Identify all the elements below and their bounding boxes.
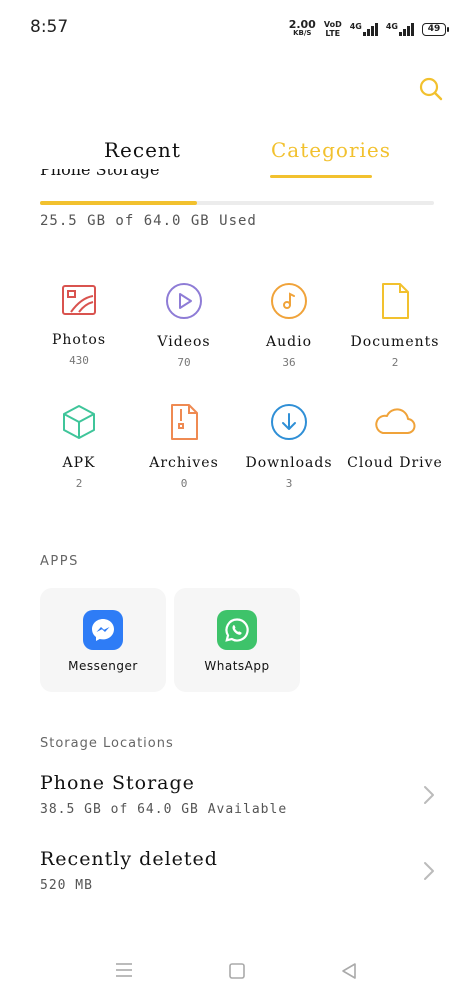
location-phone-storage[interactable]: Phone Storage 38.5 GB of 64.0 GB Availab…	[0, 772, 474, 838]
documents-icon	[382, 283, 409, 319]
back-icon[interactable]	[340, 962, 358, 980]
battery-icon: 49	[422, 22, 449, 36]
category-photos[interactable]: Photos 430	[24, 282, 134, 367]
category-videos[interactable]: Videos 70	[129, 282, 239, 369]
chevron-right-icon	[424, 786, 434, 804]
status-icons: 2.00 KB/S VoD LTE 4G 4G 49	[288, 18, 449, 38]
storage-summary-title: Phone Storage	[40, 169, 160, 179]
storage-locations-label: Storage Locations	[40, 736, 174, 751]
storage-usage-bar	[40, 201, 434, 205]
category-cloud-drive[interactable]: Cloud Drive	[340, 403, 450, 471]
chevron-right-icon	[424, 862, 434, 880]
tab-categories[interactable]: Categories	[271, 138, 391, 162]
signal-bars-icon	[399, 22, 414, 36]
tab-recent[interactable]: Recent	[104, 138, 181, 162]
category-archives[interactable]: Archives 0	[129, 403, 239, 490]
home-icon[interactable]	[228, 962, 246, 980]
signal-1: 4G	[350, 22, 378, 36]
menu-icon[interactable]	[115, 962, 133, 978]
downloads-icon	[271, 404, 307, 440]
apk-icon	[63, 405, 95, 439]
search-icon[interactable]	[418, 76, 444, 102]
photos-icon	[62, 285, 96, 315]
app-whatsapp[interactable]: WhatsApp	[174, 588, 300, 692]
signal-bars-icon	[362, 22, 378, 36]
audio-icon	[271, 283, 307, 319]
messenger-icon	[83, 610, 123, 650]
system-nav-bar	[0, 958, 474, 988]
category-apk[interactable]: APK 2	[24, 403, 134, 490]
network-speed: 2.00 KB/S	[288, 18, 316, 37]
location-recently-deleted[interactable]: Recently deleted 520 MB	[0, 848, 474, 914]
signal-2: 4G	[386, 22, 414, 36]
cloud-drive-icon	[375, 408, 416, 434]
volte-indicator: VoD LTE	[323, 20, 342, 38]
app-messenger[interactable]: Messenger	[40, 588, 166, 692]
category-downloads[interactable]: Downloads 3	[234, 403, 344, 490]
category-documents[interactable]: Documents 2	[340, 282, 450, 369]
category-audio[interactable]: Audio 36	[234, 282, 344, 369]
videos-icon	[166, 283, 202, 319]
active-tab-indicator	[270, 175, 372, 178]
status-bar: 8:57 2.00 KB/S VoD LTE 4G 4G 49	[0, 0, 474, 58]
storage-used-text: 25.5 GB of 64.0 GB Used	[40, 213, 257, 229]
storage-usage-fill	[40, 201, 197, 205]
clock: 8:57	[30, 17, 69, 37]
apps-section-label: APPS	[40, 554, 79, 569]
archives-icon	[171, 404, 198, 440]
whatsapp-icon	[217, 610, 257, 650]
